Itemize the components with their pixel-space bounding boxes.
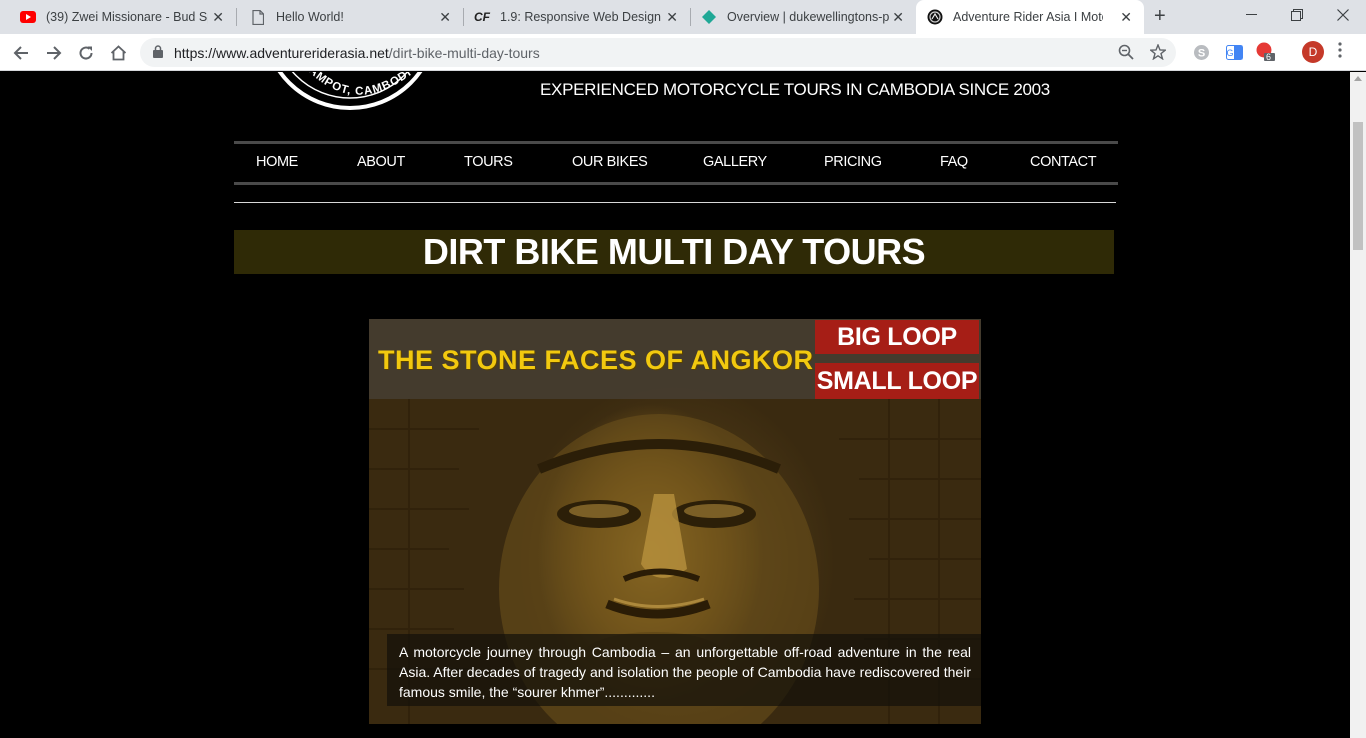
scroll-thumb[interactable] (1353, 122, 1363, 250)
big-loop-button[interactable]: BIG LOOP (815, 320, 979, 354)
page-scrollbar[interactable] (1350, 72, 1366, 738)
svg-text:G: G (1226, 48, 1233, 58)
youtube-icon (20, 9, 36, 25)
close-tab-icon[interactable]: ✕ (212, 9, 224, 25)
nav-faq[interactable]: FAQ (940, 154, 968, 170)
zoom-icon[interactable] (1118, 44, 1134, 65)
hero-caption-box: A motorcycle journey through Cambodia – … (387, 634, 981, 706)
close-window-icon[interactable] (1320, 0, 1366, 30)
site-icon (927, 9, 943, 25)
translate-extension-icon[interactable]: G (1224, 42, 1244, 62)
main-navigation: HOME ABOUT TOURS OUR BIKES GALLERY PRICI… (234, 141, 1118, 185)
hero-title: THE STONE FACES OF ANGKOR (378, 345, 814, 375)
bookmark-star-icon[interactable] (1148, 43, 1168, 65)
web-page: KAMPOT, CAMBODIA EXPERIENCED MOTORCYCLE … (0, 72, 1350, 738)
site-tagline: EXPERIENCED MOTORCYCLE TOURS IN CAMBODIA… (540, 80, 1050, 99)
reload-icon[interactable] (75, 42, 97, 64)
close-tab-icon[interactable]: ✕ (439, 9, 451, 25)
close-tab-icon[interactable]: ✕ (666, 9, 678, 25)
tab-title: 1.9: Responsive Web Design (500, 10, 661, 24)
profile-avatar[interactable]: D (1302, 41, 1324, 63)
svg-text:S: S (1197, 47, 1204, 59)
browser-toolbar: https://www.adventureriderasia.net/dirt-… (0, 34, 1366, 71)
site-logo[interactable]: KAMPOT, CAMBODIA (257, 72, 438, 118)
close-tab-icon[interactable]: ✕ (892, 9, 904, 25)
nav-about[interactable]: ABOUT (357, 154, 405, 170)
adblock-extension-icon[interactable]: 6 (1256, 42, 1276, 62)
address-bar[interactable]: https://www.adventureriderasia.net/dirt-… (140, 38, 1176, 67)
skype-extension-icon[interactable]: S (1191, 42, 1211, 62)
new-tab-icon[interactable]: + (1154, 6, 1166, 26)
tab-title: Adventure Rider Asia I Motorc (953, 10, 1103, 24)
page-icon (250, 9, 266, 25)
browser-tab[interactable]: (39) Zwei Missionare - Bud Spe ✕ (0, 0, 236, 34)
divider (234, 202, 1116, 203)
page-title-bar: DIRT BIKE MULTI DAY TOURS (234, 230, 1114, 274)
url-path: /dirt-bike-multi-day-tours (388, 45, 540, 61)
home-icon[interactable] (107, 42, 129, 64)
tab-strip: (39) Zwei Missionare - Bud Spe ✕ Hello W… (0, 0, 1366, 34)
small-loop-button[interactable]: SMALL LOOP (815, 363, 979, 399)
hero-banner: THE STONE FACES OF ANGKOR BIG LOOP SMALL… (369, 319, 981, 724)
minimize-icon[interactable] (1228, 0, 1274, 30)
url-host: https://www.adventureriderasia.net (174, 45, 389, 61)
hero-caption: A motorcycle journey through Cambodia – … (399, 644, 971, 700)
nav-gallery[interactable]: GALLERY (703, 154, 767, 170)
back-arrow-icon[interactable] (10, 42, 32, 64)
lock-icon (153, 45, 163, 63)
nav-pricing[interactable]: PRICING (824, 154, 882, 170)
nav-contact[interactable]: CONTACT (1030, 154, 1097, 170)
diamond-icon (701, 9, 717, 25)
url-text: https://www.adventureriderasia.net/dirt-… (174, 45, 540, 61)
cf-icon: CF (474, 10, 490, 24)
tab-title: Hello World! (276, 10, 344, 24)
scroll-up-arrow-icon[interactable] (1354, 76, 1362, 81)
nav-home[interactable]: HOME (256, 154, 298, 170)
browser-tab-active[interactable]: Adventure Rider Asia I Motorc ✕ (916, 0, 1144, 34)
forward-arrow-icon[interactable] (43, 42, 65, 64)
browser-tab[interactable]: Hello World! ✕ (231, 0, 463, 34)
tab-title: Overview | dukewellingtons-po (727, 10, 889, 24)
page-title: DIRT BIKE MULTI DAY TOURS (422, 231, 926, 272)
extension-badge: 6 (1266, 52, 1272, 62)
browser-tab[interactable]: CF 1.9: Responsive Web Design ✕ (458, 0, 690, 34)
browser-tab[interactable]: Overview | dukewellingtons-po ✕ (684, 0, 916, 34)
chrome-menu-icon[interactable] (1338, 42, 1342, 64)
nav-tours[interactable]: TOURS (464, 154, 513, 170)
restore-icon[interactable] (1274, 0, 1320, 30)
close-tab-icon[interactable]: ✕ (1120, 9, 1132, 25)
nav-our-bikes[interactable]: OUR BIKES (572, 154, 648, 170)
tab-title: (39) Zwei Missionare - Bud Spe (46, 10, 208, 24)
